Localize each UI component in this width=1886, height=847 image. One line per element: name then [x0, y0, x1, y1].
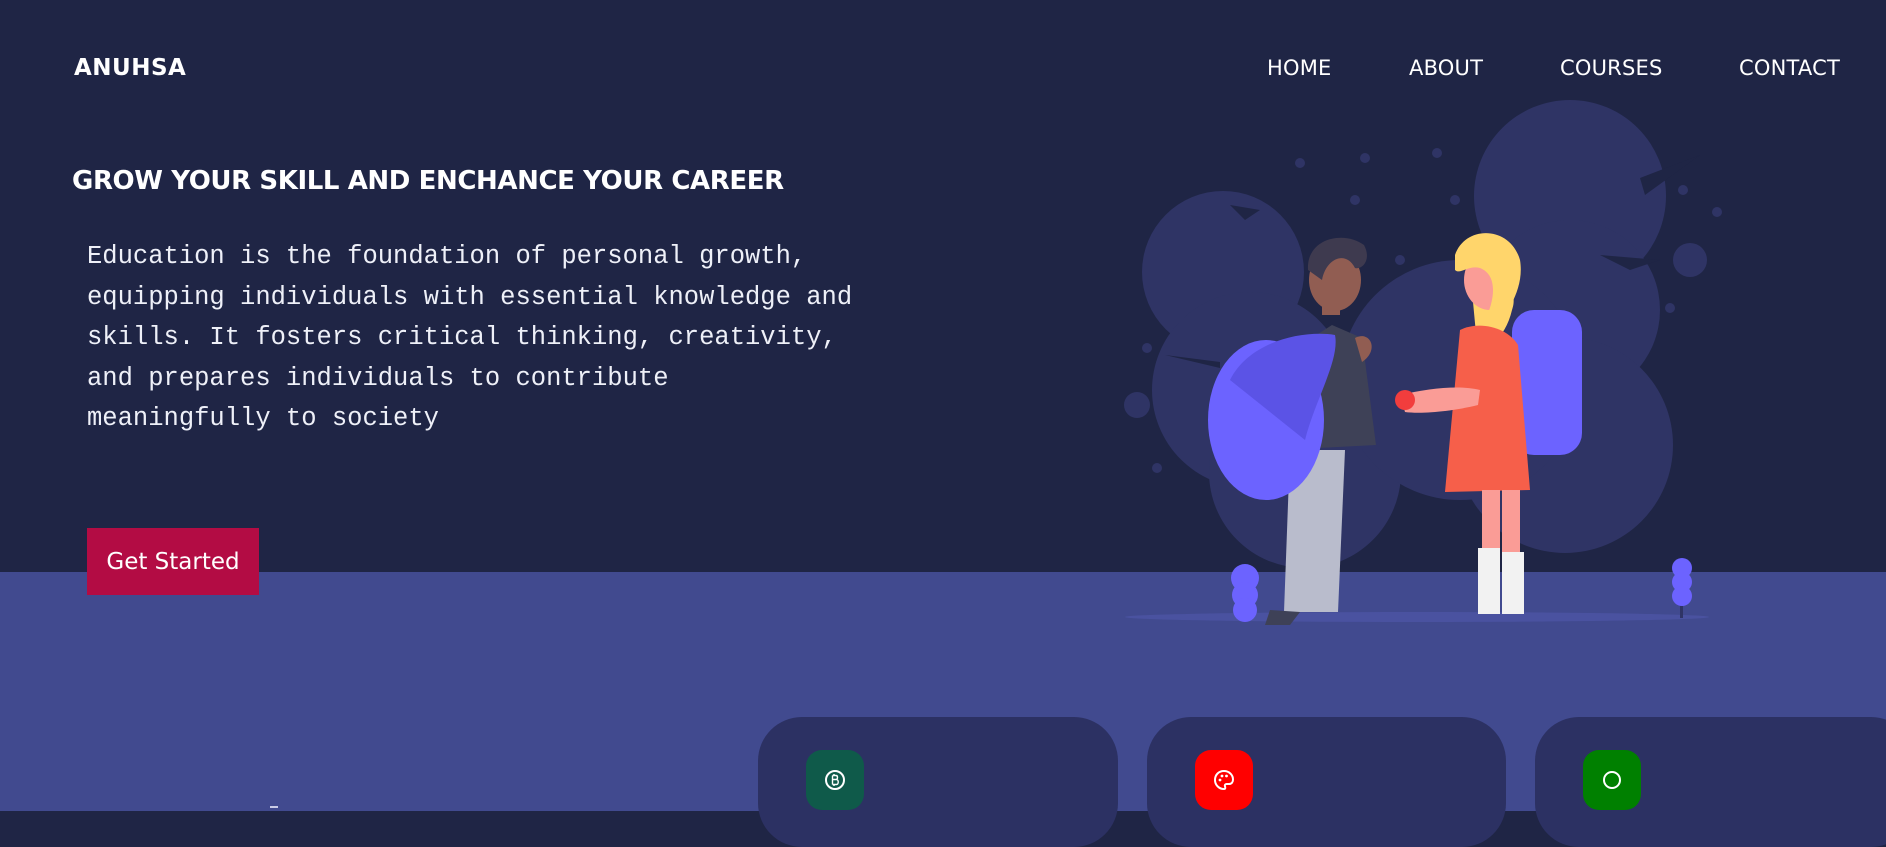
- nav-courses-link[interactable]: COURSES: [1560, 56, 1662, 80]
- bitcoin-icon: [825, 770, 845, 790]
- section-heading-peek: [270, 806, 278, 812]
- main-nav: HOME ABOUT COURSES CONTACT: [0, 56, 1886, 86]
- feature-card[interactable]: [1147, 717, 1506, 847]
- hero-description: Education is the foundation of personal …: [87, 242, 853, 433]
- palette-icon-badge: [1195, 750, 1253, 810]
- bitcoin-icon-badge: [806, 750, 864, 810]
- nav-about-link[interactable]: ABOUT: [1409, 56, 1483, 80]
- feature-card[interactable]: [758, 717, 1118, 847]
- small-plant-left: [1231, 564, 1259, 622]
- background-blobs: [1142, 100, 1700, 568]
- nav-contact-link[interactable]: CONTACT: [1739, 56, 1840, 80]
- feature-card[interactable]: [1535, 717, 1886, 847]
- circle-icon: [1603, 771, 1621, 789]
- nav-home-link[interactable]: HOME: [1267, 56, 1332, 80]
- hero-headline: GROW YOUR SKILL AND ENCHANCE YOUR CAREER: [72, 166, 784, 196]
- circle-icon-badge: [1583, 750, 1641, 810]
- small-plant-right: [1672, 558, 1692, 618]
- ground: [1125, 612, 1709, 622]
- get-started-button[interactable]: Get Started: [87, 528, 259, 595]
- students-illustration: [1124, 100, 1722, 625]
- palette-icon: [1213, 769, 1235, 791]
